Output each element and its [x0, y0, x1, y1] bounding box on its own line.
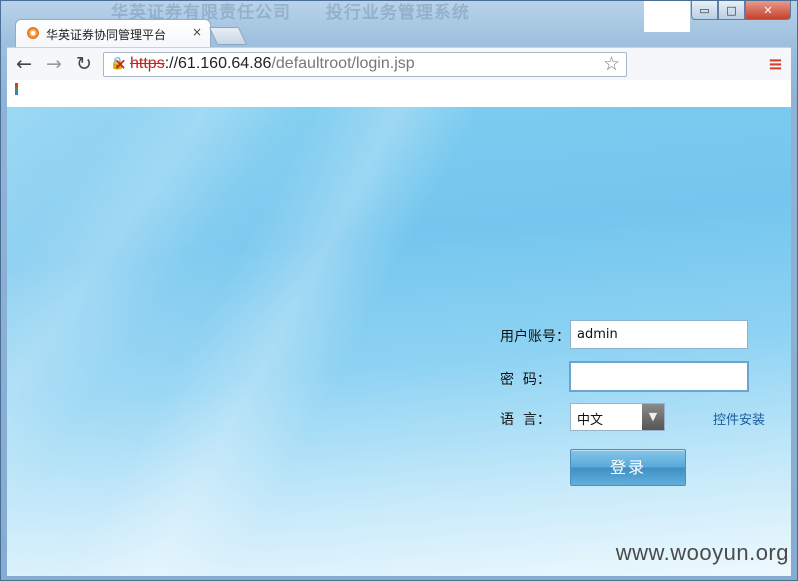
close-icon: ✕: [763, 3, 773, 17]
install-control-link[interactable]: 控件安装: [713, 409, 765, 428]
window-controls: ▭ □ ✕: [691, 1, 791, 20]
login-button[interactable]: 登录: [570, 449, 686, 486]
maximize-icon: □: [726, 3, 737, 17]
url-path: /defaultroot/login.jsp: [271, 55, 415, 72]
url-text: https://61.160.64.86/defaultroot/login.j…: [130, 55, 415, 73]
chrome-menu-icon[interactable]: ≡: [768, 54, 783, 75]
maximize-button[interactable]: □: [718, 1, 745, 20]
minimize-icon: ▭: [699, 3, 710, 17]
insecure-x-mark: ×: [114, 55, 127, 73]
watermark-text: www.wooyun.org: [615, 540, 789, 565]
faded-system-name: 投行业务管理系统: [325, 3, 470, 23]
close-window-button[interactable]: ✕: [745, 1, 791, 20]
language-label: 语 言：: [500, 412, 551, 428]
address-bar[interactable]: 🔒 × https://61.160.64.86/defaultroot/log…: [103, 52, 627, 77]
language-selected-value: 中文: [577, 413, 604, 428]
password-input[interactable]: [569, 361, 749, 392]
url-scheme: https: [130, 55, 165, 72]
browser-window: 华英证券有限责任公司 投行业务管理系统 华英证券协同管理平台 × ▭ □ ✕ ←…: [0, 0, 798, 581]
username-input[interactable]: admin: [570, 320, 748, 349]
browser-tab[interactable]: 华英证券协同管理平台 ×: [15, 19, 211, 47]
reload-icon[interactable]: ↻: [73, 53, 95, 75]
new-tab-button[interactable]: [208, 27, 248, 45]
chevron-down-icon: ▼: [642, 404, 664, 430]
url-host: ://61.160.64.86: [164, 55, 272, 72]
tab-title: 华英证券协同管理平台: [46, 28, 167, 42]
star-icon[interactable]: ☆: [603, 53, 620, 75]
language-select[interactable]: 中文 ▼: [570, 403, 665, 431]
username-label: 用户账号：: [500, 329, 570, 345]
login-page: 用户账号： admin 密 码： 语 言： 中文 ▼ 控件安装 登录 www.w…: [7, 107, 791, 576]
browser-toolbar: ← → ↻ 🔒 × https://61.160.64.86/defaultro…: [7, 47, 791, 81]
back-icon[interactable]: ←: [13, 53, 35, 75]
apps-shortcut-icon[interactable]: [15, 83, 18, 95]
forward-icon[interactable]: →: [43, 53, 65, 75]
password-label: 密 码：: [500, 372, 551, 388]
title-bar-blank-area: [644, 1, 690, 32]
tab-close-icon[interactable]: ×: [192, 25, 202, 39]
bookmarks-bar: [7, 80, 791, 107]
minimize-button[interactable]: ▭: [691, 1, 718, 20]
favicon-icon: [27, 27, 39, 39]
